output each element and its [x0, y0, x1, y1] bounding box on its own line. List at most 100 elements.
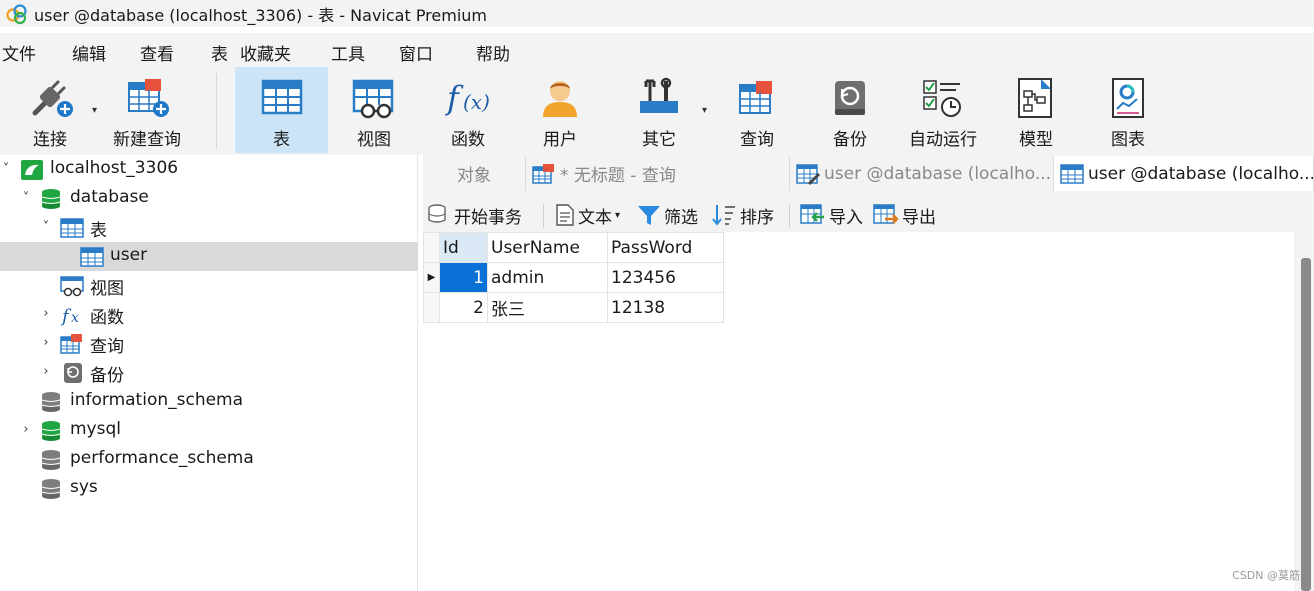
tree-item-views[interactable]: 视图	[0, 271, 418, 300]
table-button[interactable]: 表	[235, 67, 328, 153]
tree-label-database: database	[70, 187, 149, 207]
column-header-username[interactable]: UserName	[487, 232, 608, 263]
filter-label: 筛选	[664, 207, 698, 228]
database-green-icon	[41, 189, 61, 209]
menu-help[interactable]: 帮助	[476, 40, 510, 65]
table-edit-icon	[796, 163, 820, 185]
table-row[interactable]: 2 张三 12138	[423, 292, 724, 323]
database-gray-icon	[41, 479, 61, 499]
cell-password[interactable]: 123456	[607, 262, 724, 293]
tree-label-sys: sys	[70, 477, 98, 497]
tree-item-queries[interactable]: › 查询	[0, 329, 418, 358]
data-grid: Id UserName PassWord ▶ 1 admin 123456 2 …	[423, 232, 1294, 591]
table-icon	[80, 247, 104, 267]
other-label: 其它	[642, 130, 676, 150]
menu-bar: 文件 编辑 查看 表 收藏夹 工具 窗口 帮助	[0, 33, 1314, 67]
filter-button[interactable]: 筛选	[637, 202, 698, 228]
other-dropdown-icon[interactable]: ▾	[702, 105, 707, 116]
table-header-row: Id UserName PassWord	[423, 232, 724, 263]
row-header[interactable]	[423, 292, 440, 323]
tree-item-table-user[interactable]: user	[0, 242, 418, 271]
database-gray-icon	[41, 392, 61, 412]
chevron-down-icon[interactable]: ˅	[20, 191, 32, 206]
connect-button[interactable]: 连接	[12, 67, 88, 153]
tree-item-sys[interactable]: sys	[0, 474, 418, 503]
menu-table[interactable]: 表	[211, 40, 228, 65]
automation-label: 自动运行	[909, 130, 977, 150]
text-label: 文本	[578, 207, 612, 228]
query-icon	[739, 81, 772, 114]
import-button[interactable]: 导入	[800, 202, 863, 228]
menu-edit[interactable]: 编辑	[72, 40, 106, 65]
tab-user-table-2[interactable]: user @database (localho...	[1054, 156, 1314, 191]
table-row[interactable]: ▶ 1 admin 123456	[423, 262, 724, 293]
tree-item-performance-schema[interactable]: performance_schema	[0, 445, 418, 474]
column-header-password[interactable]: PassWord	[607, 232, 724, 263]
vertical-scrollbar[interactable]	[1301, 258, 1311, 591]
export-button[interactable]: 导出	[873, 202, 936, 228]
cell-password[interactable]: 12138	[607, 292, 724, 323]
content-area: 对象 * 无标题 - 查询 user @database (localho...	[423, 155, 1314, 591]
chevron-right-icon[interactable]: ›	[40, 364, 52, 379]
plug-icon	[32, 80, 73, 117]
column-header-id[interactable]: Id	[439, 232, 488, 263]
tree-label-information-schema: information_schema	[70, 390, 244, 410]
tree-item-connection[interactable]: ˅ localhost_3306	[0, 155, 418, 184]
chart-label: 图表	[1111, 130, 1145, 150]
menu-window[interactable]: 窗口	[399, 40, 433, 65]
tools-icon	[640, 77, 678, 113]
tree-item-mysql[interactable]: › mysql	[0, 416, 418, 445]
row-header-corner[interactable]	[423, 232, 440, 263]
begin-transaction-label: 开始事务	[454, 207, 522, 228]
menu-favorites[interactable]: 收藏夹	[240, 40, 291, 65]
tab-objects[interactable]: 对象	[423, 156, 526, 191]
cell-username[interactable]: 张三	[487, 292, 608, 323]
model-button[interactable]: 模型	[992, 67, 1080, 153]
tab-bar: 对象 * 无标题 - 查询 user @database (localho...	[423, 155, 1314, 191]
cell-username[interactable]: admin	[487, 262, 608, 293]
chevron-down-icon[interactable]: ˅	[40, 220, 52, 235]
user-button[interactable]: 用户	[516, 67, 604, 153]
backup-button[interactable]: 备份	[806, 67, 894, 153]
sort-button[interactable]: 排序	[711, 202, 774, 228]
chevron-right-icon[interactable]: ›	[40, 306, 52, 321]
tree-item-functions[interactable]: › f x 函数	[0, 300, 418, 329]
text-button[interactable]: 文本 ▾	[555, 202, 620, 228]
query-button[interactable]: 查询	[714, 67, 800, 153]
tree-item-information-schema[interactable]: information_schema	[0, 387, 418, 416]
chevron-down-icon[interactable]: ˅	[0, 162, 12, 177]
chart-icon	[1112, 78, 1144, 118]
tree-label-connection: localhost_3306	[50, 158, 179, 178]
chart-button[interactable]: 图表	[1084, 67, 1172, 153]
query-icon	[60, 334, 82, 354]
chevron-right-icon[interactable]: ›	[20, 422, 32, 437]
function-button[interactable]: f (x) 函数	[424, 67, 512, 153]
cell-id[interactable]: 2	[439, 292, 488, 323]
automation-button[interactable]: 自动运行	[898, 67, 988, 153]
row-pointer-icon[interactable]: ▶	[423, 262, 440, 293]
table-icon	[60, 218, 84, 238]
import-icon	[800, 204, 824, 224]
user-icon	[543, 81, 577, 117]
view-button[interactable]: 视图	[330, 67, 418, 153]
tab-objects-label: 对象	[457, 166, 491, 186]
mysql-connection-icon	[21, 160, 43, 180]
menu-tools[interactable]: 工具	[331, 40, 365, 65]
begin-transaction-button[interactable]: 开始事务	[427, 202, 522, 228]
menu-view[interactable]: 查看	[140, 40, 174, 65]
text-dropdown-icon[interactable]: ▾	[615, 210, 620, 221]
tree-label-tables: 表	[90, 221, 107, 241]
cell-id[interactable]: 1	[439, 262, 488, 293]
sort-label: 排序	[740, 207, 774, 228]
tree-item-backups[interactable]: › 备份	[0, 358, 418, 387]
connect-label: 连接	[33, 130, 67, 150]
tree-item-tables[interactable]: ˅ 表	[0, 213, 418, 242]
chevron-right-icon[interactable]: ›	[40, 335, 52, 350]
new-query-button[interactable]: 新建查询	[104, 67, 190, 153]
tab-untitled-query[interactable]: * 无标题 - 查询	[526, 156, 790, 191]
other-button[interactable]: 其它	[614, 67, 704, 153]
tree-item-database[interactable]: ˅ database	[0, 184, 418, 213]
connect-dropdown-icon[interactable]: ▾	[92, 105, 97, 116]
tab-user-table-1[interactable]: user @database (localho...	[790, 156, 1054, 191]
menu-file[interactable]: 文件	[2, 40, 36, 65]
